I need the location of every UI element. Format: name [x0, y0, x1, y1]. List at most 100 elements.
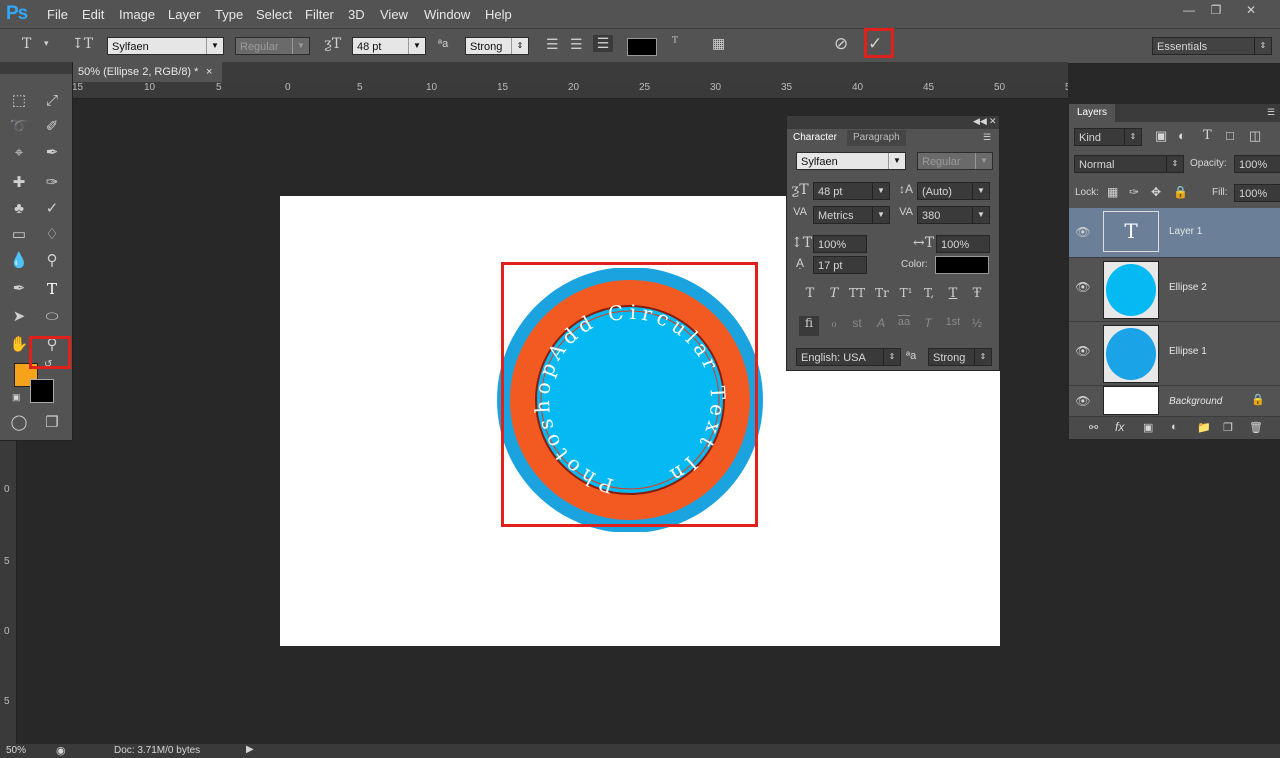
- healing-brush-tool-icon[interactable]: ✚: [8, 172, 30, 194]
- layer-row[interactable]: 👁 Background 🔒: [1069, 386, 1280, 417]
- blend-mode-dropdown[interactable]: Normal ⇕: [1074, 155, 1184, 173]
- char-vscale-field[interactable]: 100%: [813, 235, 867, 253]
- move-tool-icon[interactable]: ⤢: [41, 90, 63, 112]
- menu-image[interactable]: Image: [119, 7, 155, 22]
- screen-mode-icon[interactable]: ❐: [41, 412, 63, 434]
- close-tab-icon[interactable]: ×: [206, 62, 212, 82]
- quick-mask-icon[interactable]: ◯: [8, 412, 30, 434]
- default-colors-icon[interactable]: ▣: [12, 392, 21, 403]
- align-center-icon[interactable]: ☰: [570, 36, 583, 53]
- standard-ligatures-button[interactable]: fi: [799, 316, 819, 336]
- restore-icon[interactable]: ❐: [1205, 3, 1227, 17]
- char-size-dropdown[interactable]: 48 pt ▼: [813, 182, 890, 200]
- filter-shape-icon[interactable]: □: [1226, 128, 1234, 143]
- menu-view[interactable]: View: [380, 7, 408, 22]
- paint-bucket-tool-icon[interactable]: ♢: [41, 224, 63, 246]
- filter-type-icon[interactable]: T: [1203, 128, 1212, 143]
- collapse-icon[interactable]: ◀◀: [973, 116, 987, 127]
- font-family-dropdown[interactable]: Sylfaen ▼: [107, 37, 224, 55]
- menu-select[interactable]: Select: [256, 7, 292, 22]
- delete-layer-icon[interactable]: 🗑: [1249, 421, 1263, 434]
- menu-help[interactable]: Help: [485, 7, 512, 22]
- underline-button[interactable]: T: [944, 286, 962, 301]
- char-baseline-field[interactable]: 17 pt: [813, 256, 867, 274]
- layer-row[interactable]: 👁 T Layer 1: [1069, 208, 1280, 258]
- char-leading-dropdown[interactable]: (Auto) ▼: [917, 182, 990, 200]
- faux-bold-button[interactable]: T: [801, 286, 819, 301]
- char-font-family-dropdown[interactable]: Sylfaen ▼: [796, 152, 906, 170]
- tab-layers[interactable]: Layers: [1069, 104, 1116, 122]
- new-group-icon[interactable]: 📁: [1197, 421, 1211, 434]
- background-color-swatch[interactable]: [30, 379, 54, 403]
- char-tracking-dropdown[interactable]: 380 ▼: [917, 206, 990, 224]
- language-dropdown[interactable]: English: USA ⇕: [796, 348, 901, 366]
- warp-text-icon[interactable]: ᵀ: [672, 35, 678, 51]
- blur-tool-icon[interactable]: 💧: [8, 250, 30, 272]
- discretionary-ligatures-button[interactable]: st: [848, 316, 866, 330]
- filter-pixel-icon[interactable]: ▣: [1155, 128, 1167, 144]
- lock-all-icon[interactable]: 🔒: [1173, 185, 1188, 199]
- superscript-button[interactable]: T¹: [897, 286, 915, 300]
- titling-alternates-button[interactable]: T: [919, 316, 937, 330]
- panel-menu-icon[interactable]: ☰: [983, 132, 991, 143]
- lock-transparent-icon[interactable]: ▦: [1107, 185, 1118, 199]
- crop-tool-icon[interactable]: ⌖: [8, 142, 30, 164]
- menu-file[interactable]: File: [47, 7, 68, 22]
- preset-dropdown-icon[interactable]: ▾: [44, 38, 49, 49]
- lock-pixels-icon[interactable]: ✑: [1129, 185, 1139, 199]
- layer-row[interactable]: 👁 Ellipse 2: [1069, 258, 1280, 322]
- char-anti-alias-dropdown[interactable]: Strong ⇕: [928, 348, 992, 366]
- status-menu-arrow-icon[interactable]: ▶: [246, 744, 254, 755]
- layer-row[interactable]: 👁 Ellipse 1: [1069, 322, 1280, 386]
- menu-layer[interactable]: Layer: [168, 7, 201, 22]
- anti-alias-dropdown[interactable]: Strong ⇕: [465, 37, 529, 55]
- font-size-dropdown[interactable]: 48 pt ▼: [352, 37, 426, 55]
- quick-selection-tool-icon[interactable]: ✐: [41, 116, 63, 138]
- type-tool-preset-icon[interactable]: T: [22, 36, 31, 52]
- visibility-eye-icon[interactable]: 👁: [1075, 280, 1091, 296]
- menu-edit[interactable]: Edit: [82, 7, 104, 22]
- dodge-tool-icon[interactable]: ⚲: [41, 250, 63, 272]
- zoom-level[interactable]: 50%: [6, 745, 26, 756]
- eyedropper-tool-icon[interactable]: ✒: [41, 142, 63, 164]
- strikethrough-button[interactable]: Ŧ: [968, 286, 986, 301]
- tab-character[interactable]: Character: [787, 130, 843, 146]
- fx-icon[interactable]: fx: [1115, 420, 1124, 434]
- marquee-tool-icon[interactable]: ⬚: [8, 90, 30, 112]
- align-right-icon[interactable]: ☰: [593, 35, 613, 52]
- text-color-swatch[interactable]: [627, 38, 657, 56]
- lasso-tool-icon[interactable]: ➰: [8, 116, 30, 138]
- pen-tool-icon[interactable]: ✒: [8, 278, 30, 300]
- fractions-button[interactable]: ½: [968, 316, 986, 330]
- character-panel-toggle-icon[interactable]: ▦: [712, 35, 725, 52]
- align-left-icon[interactable]: ☰: [546, 36, 559, 53]
- char-color-swatch[interactable]: [935, 256, 989, 274]
- history-brush-tool-icon[interactable]: ✓: [41, 198, 63, 220]
- lock-position-icon[interactable]: ✥: [1151, 185, 1161, 199]
- adjustment-layer-icon[interactable]: ◐: [1171, 421, 1178, 433]
- toggle-orientation-icon[interactable]: ↧T: [72, 36, 93, 52]
- document-tab[interactable]: 50% (Ellipse 2, RGB/8) * ×: [72, 62, 222, 82]
- char-font-style-dropdown[interactable]: Regular ▼: [917, 152, 993, 170]
- eraser-tool-icon[interactable]: ▭: [8, 224, 30, 246]
- visibility-eye-icon[interactable]: 👁: [1075, 344, 1091, 360]
- ellipse-tool-icon[interactable]: ⬭: [41, 306, 63, 328]
- menu-type[interactable]: Type: [215, 7, 243, 22]
- brush-tool-icon[interactable]: ✑: [41, 172, 63, 194]
- panel-menu-icon[interactable]: ☰: [1267, 107, 1275, 118]
- link-layers-icon[interactable]: ⚯: [1089, 421, 1098, 434]
- menu-3d[interactable]: 3D: [348, 7, 365, 22]
- fill-field[interactable]: 100%: [1234, 184, 1280, 202]
- filter-kind-dropdown[interactable]: Kind ⇕: [1074, 128, 1142, 146]
- type-tool-icon[interactable]: T: [41, 278, 63, 300]
- subscript-button[interactable]: T,: [920, 286, 938, 300]
- menu-filter[interactable]: Filter: [305, 7, 334, 22]
- ordinals-button[interactable]: 1st: [944, 316, 962, 328]
- status-info-icon[interactable]: ◉: [56, 744, 66, 757]
- hand-tool-icon[interactable]: ✋: [8, 334, 30, 356]
- workspace-dropdown[interactable]: Essentials ⇕: [1152, 37, 1272, 55]
- visibility-eye-icon[interactable]: 👁: [1075, 225, 1091, 241]
- char-kerning-dropdown[interactable]: Metrics ▼: [813, 206, 890, 224]
- minimize-icon[interactable]: —: [1178, 3, 1200, 17]
- path-selection-tool-icon[interactable]: ➤: [8, 306, 30, 328]
